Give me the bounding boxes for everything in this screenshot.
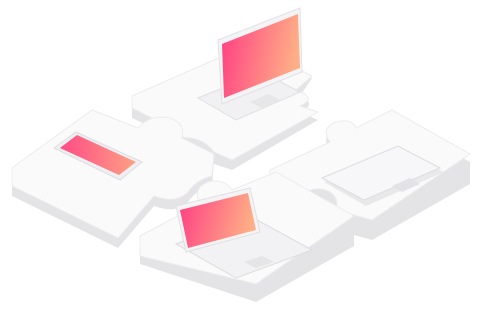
puzzle-devices-illustration [11, 7, 471, 302]
